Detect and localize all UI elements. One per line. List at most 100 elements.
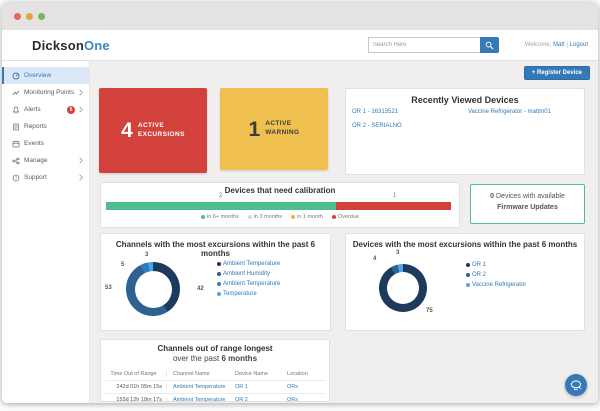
sidebar-item-label: Support	[24, 174, 77, 181]
channel-link[interactable]: Ambient Temperature	[173, 397, 225, 403]
chevron-right-icon	[79, 89, 83, 96]
recent-device-link[interactable]: Vaccine Refrigerator - mattm01	[468, 109, 551, 115]
legend-dot	[466, 263, 470, 267]
sidebar-nav: Overview Monitoring Points Alerts 5 Repo…	[2, 61, 90, 403]
register-device-button[interactable]: + Register Device	[524, 66, 590, 80]
user-link[interactable]: Matt	[553, 42, 565, 48]
minimize-window-icon[interactable]	[26, 13, 33, 20]
calibration-title: Devices that need calibration	[101, 183, 459, 195]
bell-icon	[12, 106, 20, 114]
donut-value-label: 75	[426, 308, 433, 314]
excursions-count: 4	[121, 120, 133, 141]
table-row: 153d 12h 18m 17s Ambient Temperature OR …	[105, 393, 325, 403]
stat-label-line1: ACTIVE	[138, 122, 164, 129]
legend-dot	[217, 282, 221, 286]
line-chart-icon	[12, 89, 20, 97]
col-header: Channel Name	[167, 371, 229, 377]
app-header: DicksonOne Welcome, Matt | Logout	[2, 30, 598, 61]
device-link[interactable]: OR 2	[235, 397, 248, 403]
calendar-icon	[12, 140, 20, 148]
chevron-right-icon	[79, 157, 83, 164]
calibration-card: Devices that need calibration 2 1 in 6+ …	[100, 182, 460, 228]
legend-label: in 1 month	[297, 214, 323, 220]
sidebar-item-support[interactable]: ? Support	[2, 169, 89, 186]
chevron-right-icon	[79, 106, 83, 113]
location-link[interactable]: ORs	[287, 397, 298, 403]
recent-device-link[interactable]: OR 2 - SERIALNO	[352, 123, 402, 129]
help-icon: ?	[12, 174, 20, 182]
sidebar-item-events[interactable]: Events	[2, 135, 89, 152]
firmware-text: Devices with available	[494, 193, 565, 200]
sidebar-item-reports[interactable]: Reports	[2, 118, 89, 135]
channel-link[interactable]: Ambient Humidity	[223, 271, 270, 277]
channel-link[interactable]: Ambient Temperature	[223, 261, 280, 267]
sitemap-icon	[12, 157, 20, 165]
sidebar-item-label: Monitoring Points	[24, 89, 77, 96]
donut-value-label: 42	[197, 286, 204, 292]
recent-device-link[interactable]: OR 1 - 16313521	[352, 109, 398, 115]
stat-label-line1: ACTIVE	[265, 120, 291, 127]
alerts-count-badge: 5	[67, 106, 75, 114]
legend-dot	[466, 273, 470, 277]
devices-excursions-card: Devices with the most excursions within …	[345, 233, 585, 331]
location-link[interactable]: ORs	[287, 384, 298, 390]
svg-text:?: ?	[15, 175, 18, 180]
legend-dot	[217, 292, 221, 296]
donut-value-label: 3	[145, 252, 148, 258]
browser-titlebar	[2, 2, 598, 30]
search-button[interactable]	[480, 37, 499, 53]
sidebar-item-manage[interactable]: Manage	[2, 152, 89, 169]
sidebar-item-label: Manage	[24, 157, 77, 164]
device-link[interactable]: OR 1	[472, 262, 486, 268]
legend-dot	[217, 262, 221, 266]
gauge-icon	[12, 72, 20, 80]
legend-label: Overdue	[338, 214, 359, 220]
device-link[interactable]: OR 1	[235, 384, 248, 390]
legend-dot	[332, 215, 336, 219]
calibration-segment	[106, 202, 336, 210]
sidebar-item-overview[interactable]: Overview	[2, 67, 89, 84]
devices-excursions-title: Devices with the most excursions within …	[346, 234, 584, 249]
active-warning-card[interactable]: 1 ACTIVEWARNING	[220, 88, 328, 170]
col-header: Device Name	[229, 371, 281, 377]
close-window-icon[interactable]	[14, 13, 21, 20]
channels-donut-legend: Ambient Temperature Ambient Humidity Amb…	[217, 261, 280, 297]
channel-link[interactable]: Temperature	[223, 291, 257, 297]
device-link[interactable]: Vaccine Refrigerator	[472, 282, 526, 288]
firmware-text-line2: Firmware Updates	[497, 204, 558, 211]
calibration-legend: in 6+ months in 3 months in 1 month Over…	[101, 214, 459, 220]
firmware-updates-card[interactable]: 0 Devices with available Firmware Update…	[470, 184, 585, 224]
stat-label-line2: EXCURSIONS	[138, 131, 185, 138]
channels-excursions-card: Channels with the most excursions within…	[100, 233, 331, 331]
calibration-stacked-bar	[106, 202, 451, 210]
logout-link[interactable]: Logout	[570, 42, 588, 48]
sidebar-item-alerts[interactable]: Alerts 5	[2, 101, 89, 118]
dashboard-content: + Register Device 4 ACTIVE EXCURSIONS 1 A…	[90, 61, 598, 403]
active-excursions-card[interactable]: 4 ACTIVE EXCURSIONS	[99, 88, 207, 173]
calibration-bar-label: 2	[219, 193, 222, 199]
channel-link[interactable]: Ambient Temperature	[223, 281, 280, 287]
search-input[interactable]	[368, 37, 480, 53]
channel-link[interactable]: Ambient Temperature	[173, 384, 225, 390]
user-menu: Welcome, Matt | Logout	[525, 42, 588, 48]
maximize-window-icon[interactable]	[38, 13, 45, 20]
sidebar-item-label: Alerts	[24, 106, 67, 113]
sidebar-item-label: Reports	[24, 123, 83, 130]
col-header: Location	[281, 371, 325, 377]
device-link[interactable]: OR 2	[472, 272, 486, 278]
channels-excursions-title: Channels with the most excursions within…	[101, 234, 330, 258]
devices-donut-legend: OR 1 OR 2 Vaccine Refrigerator	[466, 262, 526, 288]
menu-divider: |	[566, 42, 568, 48]
out-of-range-card: Channels out of range longest over the p…	[100, 339, 330, 402]
dicksonone-logo[interactable]: DicksonOne	[32, 38, 110, 53]
time-out-of-range: 153d 12h 18m 17s	[105, 397, 167, 403]
donut-value-label: 3	[396, 250, 399, 256]
logo-text-dark: Dickson	[32, 38, 84, 53]
report-icon	[12, 123, 20, 131]
recently-viewed-devices-card: Recently Viewed Devices OR 1 - 16313521 …	[345, 88, 585, 175]
legend-dot	[466, 283, 470, 287]
channels-donut-chart	[126, 262, 180, 316]
chat-button[interactable]	[565, 374, 587, 396]
col-header: Time Out of Range	[105, 371, 167, 377]
sidebar-item-monitoring-points[interactable]: Monitoring Points	[2, 84, 89, 101]
